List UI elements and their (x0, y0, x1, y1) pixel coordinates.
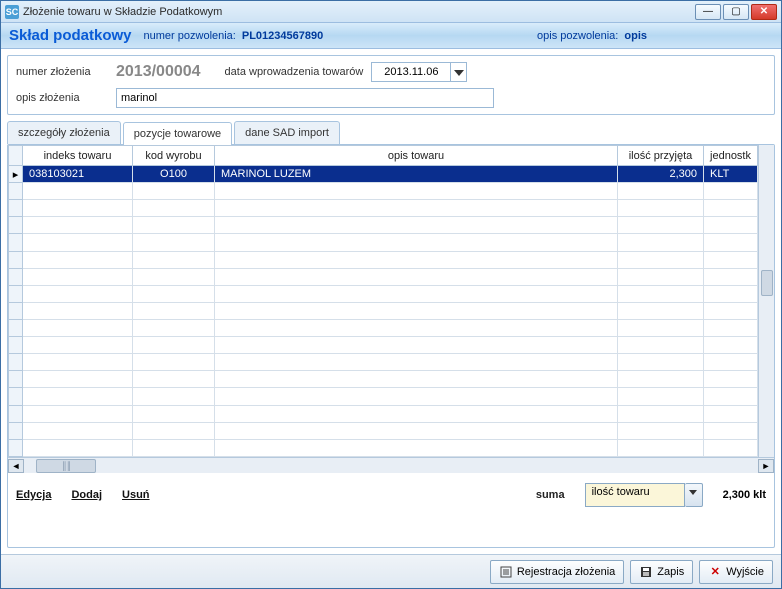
vscroll-thumb[interactable] (761, 270, 773, 296)
tab-items[interactable]: pozycje towarowe (123, 122, 232, 145)
table-row[interactable] (9, 285, 758, 302)
items-grid: indeks towaru kod wyrobu opis towaru ilo… (8, 145, 758, 457)
table-row[interactable]: ▸ 038103021 O100 MARINOL LUZEM 2,300 KLT (9, 166, 758, 183)
sum-type-value: ilość towaru (585, 483, 685, 507)
tab-body: indeks towaru kod wyrobu opis towaru ilo… (7, 144, 775, 548)
app-icon: SC (5, 5, 19, 19)
cell-code: O100 (133, 166, 215, 183)
table-row[interactable] (9, 337, 758, 354)
chevron-down-icon[interactable] (685, 483, 703, 507)
table-row[interactable] (9, 234, 758, 251)
hscroll-left-icon[interactable]: ◄ (8, 459, 24, 473)
cell-quantity: 2,300 (618, 166, 704, 183)
window-buttons: — ▢ ✕ (695, 4, 777, 20)
entry-date-input[interactable] (371, 62, 451, 82)
row-indicator-icon: ▸ (9, 166, 23, 183)
table-row[interactable] (9, 439, 758, 456)
date-picker-icon[interactable] (451, 62, 467, 82)
bottom-toolbar: Rejestracja złożenia Zapis ✕ Wyjście (1, 554, 781, 588)
sum-label: suma (536, 489, 565, 501)
tab-sad-import[interactable]: dane SAD import (234, 121, 340, 144)
tab-details[interactable]: szczegóły złożenia (7, 121, 121, 144)
table-row[interactable] (9, 217, 758, 234)
close-icon: ✕ (708, 565, 722, 579)
vertical-scrollbar[interactable] (758, 145, 774, 457)
form-panel: numer złożenia 2013/00004 data wprowadze… (7, 55, 775, 115)
col-description[interactable]: opis towaru (215, 146, 618, 166)
permit-desc-value: opis (624, 30, 647, 42)
permit-desc-label: opis pozwolenia: (537, 30, 618, 42)
table-row[interactable] (9, 371, 758, 388)
table-row[interactable] (9, 422, 758, 439)
col-code[interactable]: kod wyrobu (133, 146, 215, 166)
entry-date-label: data wprowadzenia towarów (225, 66, 364, 78)
register-label: Rejestracja złożenia (517, 566, 615, 578)
col-unit[interactable]: jednostk (704, 146, 758, 166)
table-row[interactable] (9, 354, 758, 371)
cell-description: MARINOL LUZEM (215, 166, 618, 183)
table-row[interactable] (9, 200, 758, 217)
col-index[interactable]: indeks towaru (23, 146, 133, 166)
hscroll-track[interactable] (24, 459, 758, 473)
minimize-button[interactable]: — (695, 4, 721, 20)
save-button[interactable]: Zapis (630, 560, 693, 584)
floppy-icon (639, 565, 653, 579)
window-title: Złożenie towaru w Składzie Podatkowym (23, 6, 695, 18)
window: SC Złożenie towaru w Składzie Podatkowym… (0, 0, 782, 589)
grid-wrap: indeks towaru kod wyrobu opis towaru ilo… (8, 145, 774, 457)
edit-button[interactable]: Edycja (16, 489, 51, 501)
hscroll-thumb[interactable] (36, 459, 96, 473)
table-row[interactable] (9, 183, 758, 200)
header-bar: Skład podatkowy numer pozwolenia: PL0123… (1, 23, 781, 49)
submission-number-label: numer złożenia (16, 66, 108, 78)
maximize-button[interactable]: ▢ (723, 4, 749, 20)
table-row[interactable] (9, 388, 758, 405)
cell-unit: KLT (704, 166, 758, 183)
brand-title: Skład podatkowy (9, 27, 132, 44)
table-row[interactable] (9, 251, 758, 268)
content-area: numer złożenia 2013/00004 data wprowadze… (1, 49, 781, 554)
register-submission-button[interactable]: Rejestracja złożenia (490, 560, 624, 584)
save-label: Zapis (657, 566, 684, 578)
document-icon (499, 565, 513, 579)
exit-label: Wyjście (726, 566, 764, 578)
horizontal-scrollbar[interactable]: ◄ ► (8, 457, 774, 473)
submission-number-value: 2013/00004 (116, 63, 201, 81)
cell-index: 038103021 (23, 166, 133, 183)
table-row[interactable] (9, 405, 758, 422)
tab-strip: szczegóły złożenia pozycje towarowe dane… (7, 121, 775, 144)
table-row[interactable] (9, 268, 758, 285)
close-button[interactable]: ✕ (751, 4, 777, 20)
delete-button[interactable]: Usuń (122, 489, 150, 501)
add-button[interactable]: Dodaj (71, 489, 102, 501)
table-row[interactable] (9, 302, 758, 319)
permit-number-value: PL01234567890 (242, 30, 323, 42)
sum-type-combo[interactable]: ilość towaru (585, 483, 703, 507)
row-header-corner (9, 146, 23, 166)
grid-actions: Edycja Dodaj Usuń suma ilość towaru 2,30… (8, 473, 774, 517)
hscroll-right-icon[interactable]: ► (758, 459, 774, 473)
sum-value: 2,300 klt (723, 489, 766, 501)
permit-number-label: numer pozwolenia: (144, 30, 236, 42)
titlebar: SC Złożenie towaru w Składzie Podatkowym… (1, 1, 781, 23)
table-row[interactable] (9, 319, 758, 336)
submission-desc-input[interactable] (116, 88, 494, 108)
col-quantity[interactable]: ilość przyjęta (618, 146, 704, 166)
submission-desc-label: opis złożenia (16, 92, 108, 104)
exit-button[interactable]: ✕ Wyjście (699, 560, 773, 584)
